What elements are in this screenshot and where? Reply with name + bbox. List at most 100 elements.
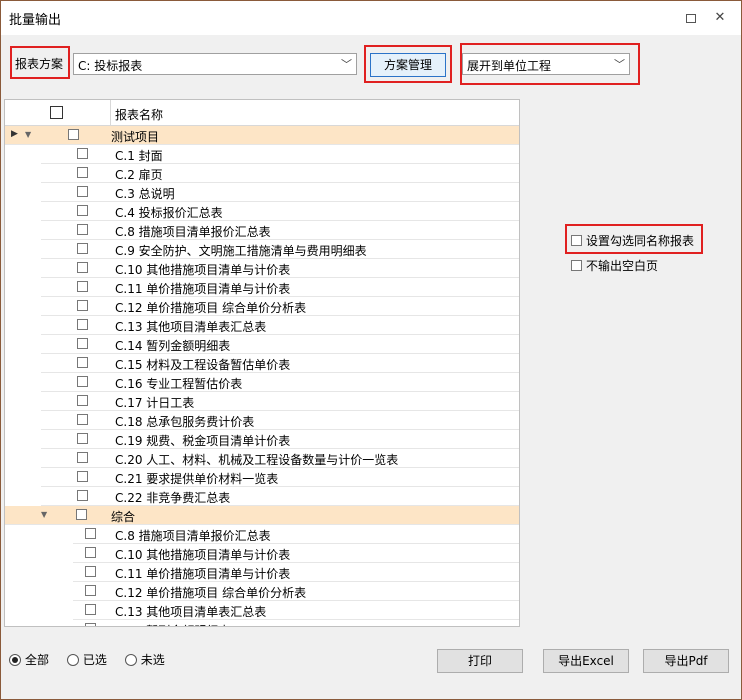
- report-name: C.13 其他项目清单表汇总表: [115, 320, 267, 334]
- report-name: C.1 封面: [115, 149, 163, 163]
- collapse-icon[interactable]: ▼: [25, 130, 31, 139]
- report-checkbox[interactable]: [77, 452, 88, 463]
- report-row[interactable]: C.8 措施项目清单报价汇总表: [73, 525, 519, 544]
- expand-level-select[interactable]: 展开到单位工程 ﹀: [462, 53, 630, 75]
- group-checkbox[interactable]: [76, 509, 87, 520]
- report-grid: 报表名称 ▶ ▼ 测试项目 C.1 封面 C.2 扉页 C.3 总说明 C.4 投标报价汇总…: [4, 99, 520, 627]
- report-row[interactable]: C.9 安全防护、文明施工措施清单与费用明细表: [41, 240, 519, 259]
- filter-all-radio[interactable]: 全部: [9, 651, 49, 668]
- chevron-down-icon: ﹀: [341, 58, 352, 71]
- report-checkbox[interactable]: [85, 623, 96, 626]
- report-checkbox[interactable]: [85, 547, 96, 558]
- report-name: C.14 暂列金额明细表: [115, 622, 230, 626]
- report-checkbox[interactable]: [77, 490, 88, 501]
- report-name: C.13 其他项目清单表汇总表: [115, 605, 267, 619]
- report-row[interactable]: C.19 规费、税金项目清单计价表: [41, 430, 519, 449]
- same-name-checkbox[interactable]: [571, 235, 582, 246]
- report-row[interactable]: C.12 单价措施项目 综合单价分析表: [73, 582, 519, 601]
- group-label: 测试项目: [111, 130, 160, 144]
- report-name: C.12 单价措施项目 综合单价分析表: [115, 301, 307, 315]
- filter-selected-radio[interactable]: 已选: [66, 651, 107, 668]
- report-name: C.17 计日工表: [115, 396, 195, 410]
- report-checkbox[interactable]: [77, 395, 88, 406]
- report-row[interactable]: C.16 专业工程暂估价表: [41, 373, 519, 392]
- scheme-select[interactable]: C: 投标报表 ﹀: [73, 53, 357, 75]
- report-checkbox[interactable]: [77, 319, 88, 330]
- export-excel-button[interactable]: 导出Excel: [543, 649, 629, 673]
- report-name: C.10 其他措施项目清单与计价表: [115, 263, 291, 277]
- scheme-label: 报表方案: [15, 57, 64, 71]
- report-row[interactable]: C.22 非竞争费汇总表: [41, 487, 519, 506]
- report-row[interactable]: C.11 单价措施项目清单与计价表: [73, 563, 519, 582]
- scheme-manage-button[interactable]: 方案管理: [370, 53, 446, 77]
- report-name: C.11 单价措施项目清单与计价表: [115, 567, 291, 581]
- filter-selected-label: 已选: [82, 653, 107, 667]
- report-name: C.9 安全防护、文明施工措施清单与费用明细表: [115, 244, 367, 258]
- report-row[interactable]: C.4 投标报价汇总表: [41, 202, 519, 221]
- report-row[interactable]: C.8 措施项目清单报价汇总表: [41, 221, 519, 240]
- report-checkbox[interactable]: [85, 604, 96, 615]
- report-checkbox[interactable]: [85, 528, 96, 539]
- row-pointer-icon: ▶: [11, 129, 18, 139]
- export-pdf-button[interactable]: 导出Pdf: [643, 649, 729, 673]
- expand-level-value: 展开到单位工程: [467, 59, 552, 73]
- restore-icon[interactable]: [683, 11, 697, 25]
- report-checkbox[interactable]: [77, 338, 88, 349]
- group-row[interactable]: ▼ 综合: [5, 506, 519, 525]
- report-checkbox[interactable]: [77, 224, 88, 235]
- report-name: C.2 扉页: [115, 168, 163, 182]
- report-checkbox[interactable]: [77, 357, 88, 368]
- group-label: 综合: [111, 510, 136, 524]
- report-row[interactable]: C.17 计日工表: [41, 392, 519, 411]
- report-name: C.14 暂列金额明细表: [115, 339, 231, 353]
- report-row[interactable]: C.11 单价措施项目清单与计价表: [41, 278, 519, 297]
- report-name: C.19 规费、税金项目清单计价表: [115, 434, 291, 448]
- group-row[interactable]: ▶ ▼ 测试项目: [5, 126, 519, 145]
- no-blank-label: 不输出空白页: [586, 259, 659, 273]
- report-row[interactable]: C.10 其他措施项目清单与计价表: [73, 544, 519, 563]
- report-checkbox[interactable]: [77, 205, 88, 216]
- report-row[interactable]: C.13 其他项目清单表汇总表: [41, 316, 519, 335]
- report-name: C.22 非竞争费汇总表: [115, 491, 231, 505]
- same-name-option[interactable]: 设置勾选同名称报表: [571, 232, 694, 249]
- report-checkbox[interactable]: [85, 585, 96, 596]
- report-checkbox[interactable]: [77, 243, 88, 254]
- report-checkbox[interactable]: [77, 262, 88, 273]
- no-blank-checkbox[interactable]: [571, 260, 582, 271]
- report-row[interactable]: C.14 暂列金额明细表: [41, 335, 519, 354]
- title-bar: 批量输出 ✕: [1, 1, 741, 35]
- no-blank-option[interactable]: 不输出空白页: [571, 257, 658, 274]
- report-row[interactable]: C.12 单价措施项目 综合单价分析表: [41, 297, 519, 316]
- report-checkbox[interactable]: [77, 433, 88, 444]
- report-row[interactable]: C.2 扉页: [41, 164, 519, 183]
- radio-checked-icon: [9, 654, 21, 666]
- collapse-icon[interactable]: ▼: [41, 510, 47, 519]
- batch-output-dialog: 批量输出 ✕ 报表方案 C: 投标报表 ﹀ 方案管理 展开到单位工程 ﹀ 报表名…: [0, 0, 742, 700]
- report-row[interactable]: C.3 总说明: [41, 183, 519, 202]
- report-checkbox[interactable]: [77, 300, 88, 311]
- report-checkbox[interactable]: [77, 281, 88, 292]
- group-checkbox[interactable]: [68, 129, 79, 140]
- print-button[interactable]: 打印: [437, 649, 523, 673]
- select-all-checkbox[interactable]: [50, 106, 63, 119]
- report-checkbox[interactable]: [77, 376, 88, 387]
- report-checkbox[interactable]: [85, 566, 96, 577]
- report-row[interactable]: C.10 其他措施项目清单与计价表: [41, 259, 519, 278]
- scheme-select-value: C: 投标报表: [78, 59, 143, 73]
- filter-unselected-radio[interactable]: 未选: [124, 651, 165, 668]
- report-checkbox[interactable]: [77, 186, 88, 197]
- report-row[interactable]: C.1 封面: [41, 145, 519, 164]
- report-row[interactable]: C.18 总承包服务费计价表: [41, 411, 519, 430]
- report-row[interactable]: C.15 材料及工程设备暂估单价表: [41, 354, 519, 373]
- report-row[interactable]: C.20 人工、材料、机械及工程设备数量与计价一览表: [41, 449, 519, 468]
- report-checkbox[interactable]: [77, 148, 88, 159]
- report-row[interactable]: C.21 要求提供单价材料一览表: [41, 468, 519, 487]
- report-checkbox[interactable]: [77, 414, 88, 425]
- report-row[interactable]: C.13 其他项目清单表汇总表: [73, 601, 519, 620]
- report-checkbox[interactable]: [77, 167, 88, 178]
- close-icon[interactable]: ✕: [713, 11, 727, 25]
- report-row[interactable]: C.14 暂列金额明细表: [73, 620, 519, 626]
- report-checkbox[interactable]: [77, 471, 88, 482]
- report-name: C.16 专业工程暂估价表: [115, 377, 243, 391]
- same-name-label: 设置勾选同名称报表: [586, 234, 695, 248]
